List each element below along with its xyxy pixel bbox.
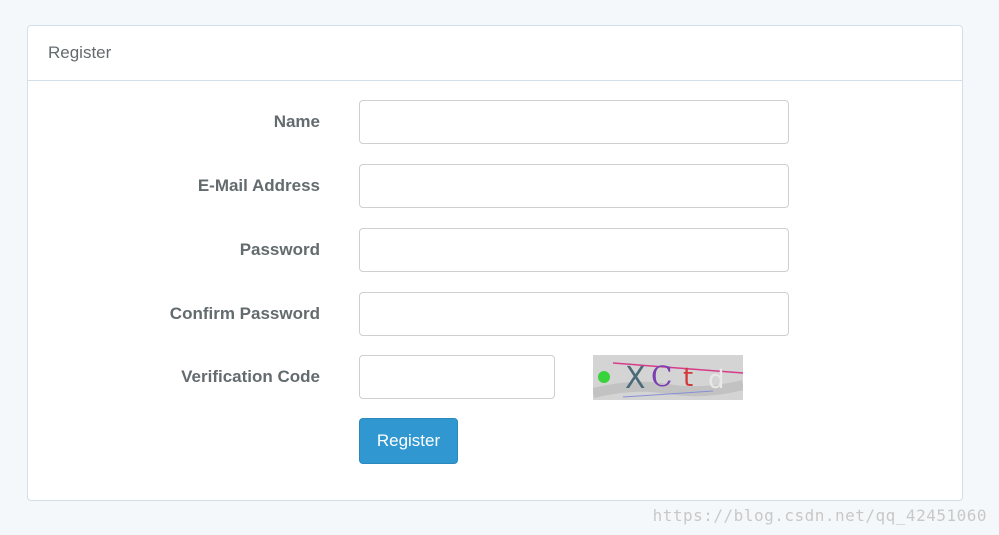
email-input[interactable] [359,164,789,208]
email-label: E-Mail Address [197,176,320,195]
password-row: Password [28,228,962,272]
captcha-image[interactable]: X C t d [593,355,743,400]
svg-text:t: t [683,363,693,393]
verification-code-input[interactable] [359,355,555,399]
email-row: E-Mail Address [28,164,962,208]
name-label: Name [273,112,320,131]
svg-text:d: d [708,365,725,395]
confirm-password-label: Confirm Password [169,304,320,323]
confirm-password-row: Confirm Password [28,292,962,336]
verification-label: Verification Code [181,367,320,386]
svg-text:C: C [651,360,672,393]
name-input[interactable] [359,100,789,144]
name-row: Name [28,100,962,144]
register-button[interactable]: Register [359,418,458,464]
password-input[interactable] [359,228,789,272]
register-panel: Register Name E-Mail Address Password Co… [27,25,963,501]
watermark-url: https://blog.csdn.net/qq_42451060 [652,506,987,525]
confirm-password-input[interactable] [359,292,789,336]
panel-heading: Register [28,26,962,81]
verification-row: Verification Code X C t d [28,355,962,400]
svg-text:X: X [625,361,646,396]
password-label: Password [239,240,320,259]
